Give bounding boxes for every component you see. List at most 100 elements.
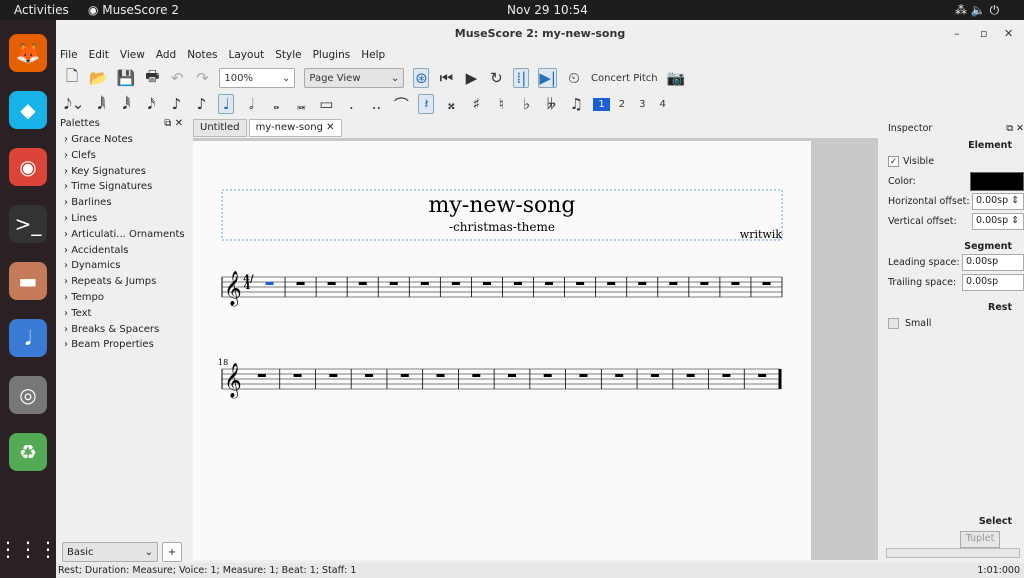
palette-barlines[interactable]: › Barlines (56, 195, 189, 211)
pan-score-icon[interactable]: ▶| (538, 68, 557, 88)
midi-input-icon[interactable]: ⊛ (413, 68, 430, 88)
terminal-icon[interactable]: >_ (9, 205, 47, 243)
rest-icon[interactable]: 𝄽 (418, 94, 435, 114)
duration-16th-icon[interactable]: 𝅘𝅥𝅯 (143, 94, 159, 114)
new-file-icon[interactable]: 🗋 (64, 67, 80, 88)
tab-Untitled[interactable]: Untitled (193, 119, 247, 137)
loop-icon[interactable]: ↻ (488, 68, 504, 88)
measure-rest[interactable] (731, 282, 740, 285)
double-sharp-icon[interactable]: 𝄪 (443, 94, 459, 114)
v-offset-spinbox[interactable]: 0.00sp ⇕ (972, 212, 1024, 230)
measure-rest[interactable] (389, 282, 398, 285)
activities-button[interactable]: Activities (14, 3, 69, 17)
palette-text[interactable]: › Text (56, 306, 189, 322)
chrome-icon[interactable]: ◉ (9, 148, 47, 186)
rewind-icon[interactable]: ⏮ (438, 68, 454, 88)
measure-rest[interactable] (545, 282, 554, 285)
apps-grid-icon[interactable]: ⋮⋮⋮ (0, 530, 58, 568)
close-tab-icon[interactable]: ✕ (323, 122, 334, 133)
palette-tempo[interactable]: › Tempo (56, 290, 189, 306)
maximize-button[interactable]: ▫ (980, 20, 987, 48)
repeat-playback-icon[interactable]: ⁞| (513, 68, 530, 88)
note-input-mode-icon[interactable]: 𝅘𝅥𝅮⌄ (64, 94, 84, 114)
small-checkbox[interactable] (888, 317, 899, 329)
measure-rest[interactable] (650, 374, 659, 377)
firefox-icon[interactable]: 🦊 (9, 34, 47, 72)
palette-clefs[interactable]: › Clefs (56, 148, 189, 164)
measure-rest[interactable] (420, 282, 429, 285)
tie-icon[interactable]: ⌒ (393, 94, 409, 114)
menu-style[interactable]: Style (275, 49, 301, 61)
measure-rest[interactable] (327, 282, 336, 285)
duration-quarter-icon[interactable]: ♩ (218, 94, 235, 114)
trailing-space-field[interactable]: 0.00sp (962, 273, 1024, 291)
inspector-float-close-icons[interactable]: ⧉ ✕ (1006, 123, 1024, 134)
measure-rest[interactable] (400, 374, 409, 377)
h-offset-spinbox[interactable]: 0.00sp ⇕ (972, 192, 1024, 210)
measure-rest[interactable] (669, 282, 678, 285)
image-capture-icon[interactable]: 📷 (667, 68, 686, 88)
palette-repeats-jumps[interactable]: › Repeats & Jumps (56, 274, 189, 290)
menu-add[interactable]: Add (156, 49, 176, 61)
measure-rest[interactable] (758, 374, 767, 377)
tuplet-button[interactable]: Tuplet (960, 531, 1000, 548)
measure-rest[interactable] (514, 282, 522, 285)
score-canvas[interactable]: my-new-song -christmas-theme writwik 𝄞 𝄞 18 4… (193, 138, 878, 560)
palette-beam-properties[interactable]: › Beam Properties (56, 337, 189, 353)
files-icon[interactable]: ▬ (9, 262, 47, 300)
augmentation-dot-icon[interactable]: . (343, 94, 359, 114)
voice-3-button[interactable]: 3 (634, 98, 650, 111)
voice-1-button[interactable]: 1 (593, 97, 610, 111)
measure-rest[interactable] (329, 374, 338, 377)
menu-plugins[interactable]: Plugins (313, 49, 351, 61)
duration-8th-alt-icon[interactable]: ♪ (193, 94, 209, 114)
kodi-icon[interactable]: ◆ (9, 91, 47, 129)
add-workspace-button[interactable]: + (162, 542, 182, 562)
leading-space-field[interactable]: 0.00sp (962, 253, 1024, 271)
print-icon[interactable]: 🖶 (144, 67, 160, 88)
palette-grace-notes[interactable]: › Grace Notes (56, 132, 189, 148)
double-flat-icon[interactable]: 𝄫 (543, 94, 559, 114)
measure-rest[interactable] (579, 374, 588, 377)
score-subtitle[interactable]: -christmas-theme (449, 220, 555, 234)
palette-lines[interactable]: › Lines (56, 211, 189, 227)
measure-rest[interactable] (472, 374, 481, 377)
measure-rest[interactable] (762, 282, 771, 285)
metronome-icon[interactable]: ⏲ (566, 68, 582, 88)
musescore-icon[interactable]: 𝅘𝅥 (9, 319, 47, 357)
duration-64th-icon[interactable]: 𝅘𝅥𝅲 (93, 94, 109, 114)
visible-checkbox[interactable]: ✓ (888, 155, 899, 167)
measure-rest[interactable] (358, 282, 367, 285)
duration-half-icon[interactable]: 𝅗𝅥 (243, 94, 259, 114)
flat-icon[interactable]: ♭ (518, 94, 534, 114)
voice-2-button[interactable]: 2 (614, 98, 630, 111)
menu-file[interactable]: File (60, 49, 78, 61)
tab-my-new-song[interactable]: my-new-song ✕ (248, 119, 342, 137)
natural-icon[interactable]: ♮ (493, 94, 509, 114)
measure-rest[interactable] (436, 374, 445, 377)
menu-view[interactable]: View (120, 49, 145, 61)
duration-whole-icon[interactable]: 𝅝 (268, 94, 284, 114)
undo-icon[interactable]: ↶ (169, 68, 185, 88)
palette-time-signatures[interactable]: › Time Signatures (56, 179, 189, 195)
flip-direction-icon[interactable]: ♫ (568, 94, 584, 114)
time-signature[interactable]: 4/4 (243, 275, 254, 292)
inspector-horizontal-scrollbar[interactable] (886, 548, 1020, 558)
measure-rest[interactable] (615, 374, 624, 377)
score-composer[interactable]: writwik (740, 228, 783, 241)
score-title[interactable]: my-new-song (429, 193, 576, 218)
palette-dynamics[interactable]: › Dynamics (56, 258, 189, 274)
zoom-select[interactable]: 100% ⌄ (219, 68, 296, 88)
redo-icon[interactable]: ↷ (194, 68, 210, 88)
palettes-float-close-icons[interactable]: ⧉ ✕ (164, 118, 183, 129)
disc-icon[interactable]: ◎ (9, 376, 47, 414)
play-icon[interactable]: ▶ (463, 68, 479, 88)
measure-rest[interactable] (482, 282, 491, 285)
duration-longa-icon[interactable]: ▭ (318, 94, 334, 114)
duration-breve-icon[interactable]: 𝅜 (293, 94, 309, 114)
palette-articulati-ornaments[interactable]: › Articulati... Ornaments (56, 227, 189, 243)
measure-rest[interactable] (365, 374, 374, 377)
selected-measure-rest[interactable] (265, 282, 274, 285)
view-mode-select[interactable]: Page View ⌄ (304, 68, 405, 88)
duration-8th-icon[interactable]: ♪ (168, 94, 184, 114)
